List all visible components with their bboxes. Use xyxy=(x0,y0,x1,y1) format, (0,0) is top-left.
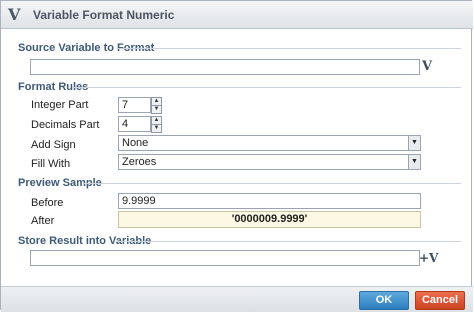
fill-with-label: Fill With xyxy=(31,158,71,170)
ok-button[interactable]: OK xyxy=(359,291,409,310)
cancel-button[interactable]: Cancel xyxy=(415,291,465,310)
source-variable-input[interactable] xyxy=(30,59,420,75)
add-sign-select[interactable]: None ▼ xyxy=(118,135,421,151)
window-title: Variable Format Numeric xyxy=(33,8,175,22)
title-bar: V Variable Format Numeric xyxy=(1,1,473,29)
spinner-down-icon[interactable]: ▼ xyxy=(152,106,161,113)
variable-format-dialog: V Variable Format Numeric Source Variabl… xyxy=(0,0,473,312)
section-divider xyxy=(118,48,461,49)
add-sign-label: Add Sign xyxy=(31,139,76,151)
section-divider xyxy=(116,241,461,242)
section-divider xyxy=(83,183,461,184)
after-label: After xyxy=(31,215,55,227)
integer-part-label: Integer Part xyxy=(31,99,89,111)
fill-with-value: Zeroes xyxy=(122,156,157,168)
store-variable-input[interactable] xyxy=(30,250,420,266)
section-divider xyxy=(73,87,461,88)
fill-with-select[interactable]: Zeroes ▼ xyxy=(118,154,421,170)
dropdown-arrow-icon[interactable]: ▼ xyxy=(408,155,420,169)
integer-part-input[interactable] xyxy=(118,97,151,113)
select-variable-button[interactable]: V xyxy=(422,59,432,74)
decimals-part-input[interactable] xyxy=(118,116,151,132)
before-label: Before xyxy=(31,197,64,209)
app-logo-icon: V xyxy=(8,5,21,24)
decimals-part-stepper[interactable]: ▲ ▼ xyxy=(151,116,162,133)
after-preview-value: '0000009.9999' xyxy=(118,211,421,228)
spinner-up-icon[interactable]: ▲ xyxy=(152,117,161,125)
before-sample-input[interactable] xyxy=(118,193,421,209)
add-sign-value: None xyxy=(122,137,149,149)
integer-part-stepper[interactable]: ▲ ▼ xyxy=(151,97,162,114)
add-variable-button[interactable]: +V xyxy=(419,251,438,265)
spinner-up-icon[interactable]: ▲ xyxy=(152,98,161,106)
spinner-down-icon[interactable]: ▼ xyxy=(152,125,161,132)
decimals-part-label: Decimals Part xyxy=(31,119,100,131)
dropdown-arrow-icon[interactable]: ▼ xyxy=(408,136,420,150)
